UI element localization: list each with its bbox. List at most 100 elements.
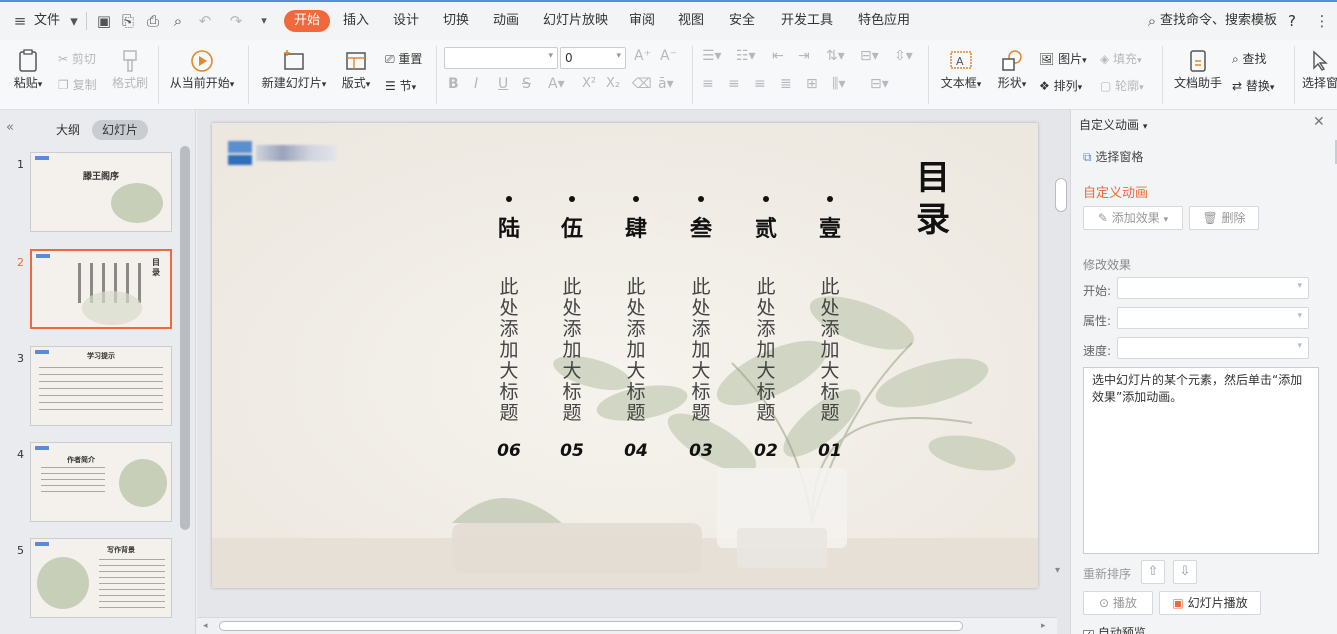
replace-button[interactable]: ⇄ 替换▾ bbox=[1232, 77, 1274, 94]
from-current-button[interactable]: 从当前开始▾ bbox=[166, 48, 238, 91]
indent-icon[interactable]: ⇥ bbox=[798, 48, 810, 64]
find-button[interactable]: ⌕ 查找 bbox=[1232, 50, 1267, 67]
underline-icon[interactable]: U bbox=[498, 76, 508, 92]
shrink-font-icon[interactable]: A⁻ bbox=[660, 48, 677, 64]
tab-transition[interactable]: 切换 bbox=[443, 2, 469, 40]
column-body[interactable]: 此处添加大标题 bbox=[557, 277, 587, 424]
close-icon[interactable]: ✕ bbox=[1313, 114, 1325, 130]
slideshow-button[interactable]: ▣ 幻灯片播放 bbox=[1159, 591, 1261, 615]
column-heading[interactable]: 陆 bbox=[494, 211, 524, 243]
paste-button[interactable]: 粘贴▾ bbox=[8, 48, 48, 91]
scroll-right-icon[interactable]: ▸ bbox=[1041, 621, 1046, 631]
justify-icon[interactable]: ≣ bbox=[780, 76, 792, 92]
vertical-scrollbar-thumb[interactable] bbox=[1055, 178, 1067, 212]
align-left-icon[interactable]: ≡ bbox=[702, 76, 714, 92]
output-icon[interactable]: ⎘ bbox=[118, 11, 138, 31]
numbering-icon[interactable]: ☷▾ bbox=[736, 48, 756, 64]
animation-list[interactable]: 选中幻灯片的某个元素，然后单击“添加效果”添加动画。 bbox=[1083, 367, 1319, 554]
hamburger-icon[interactable]: ≡ bbox=[10, 11, 30, 31]
section-button[interactable]: ☰ 节▾ bbox=[385, 77, 416, 94]
column-number[interactable]: 04 bbox=[616, 441, 656, 461]
tab-slides[interactable]: 幻灯片 bbox=[92, 120, 148, 140]
superscript-icon[interactable]: X² bbox=[582, 76, 596, 91]
start-select[interactable]: ▾ bbox=[1117, 277, 1309, 299]
horizontal-scrollbar[interactable]: ◂ ▸ bbox=[197, 617, 1057, 634]
bold-icon[interactable]: B bbox=[448, 76, 459, 92]
column-number[interactable]: 03 bbox=[681, 441, 721, 461]
doc-assistant-button[interactable]: 文档助手 bbox=[1170, 48, 1226, 91]
chevron-down-icon[interactable]: ▾ bbox=[64, 11, 84, 31]
slide-thumbnail-2[interactable]: 目录 bbox=[30, 249, 172, 329]
tab-view[interactable]: 视图 bbox=[678, 2, 704, 40]
column-number[interactable]: 02 bbox=[746, 441, 786, 461]
cut-button[interactable]: ✂ 剪切 bbox=[58, 50, 96, 67]
reset-button[interactable]: ⎚ 重置 bbox=[385, 50, 422, 67]
tab-animation[interactable]: 动画 bbox=[493, 2, 519, 40]
new-slide-button[interactable]: 新建幻灯片▾ bbox=[256, 48, 332, 91]
column-heading[interactable]: 贰 bbox=[751, 211, 781, 243]
clear-format-icon[interactable]: ⌫ bbox=[632, 76, 652, 92]
scroll-left-icon[interactable]: ◂ bbox=[203, 621, 208, 631]
play-button[interactable]: ⊙ 播放 bbox=[1083, 591, 1153, 615]
column-body[interactable]: 此处添加大标题 bbox=[621, 277, 651, 424]
column-number[interactable]: 05 bbox=[552, 441, 592, 461]
tab-outline[interactable]: 大纲 bbox=[48, 120, 88, 140]
tab-home[interactable]: 开始 bbox=[284, 10, 331, 32]
tab-features[interactable]: 特色应用 bbox=[858, 2, 910, 40]
collapse-icon[interactable]: « bbox=[6, 120, 14, 135]
layout-button[interactable]: 版式▾ bbox=[338, 48, 374, 91]
slide-thumbnail-5[interactable]: 写作背景 bbox=[30, 538, 172, 618]
font-size-combo[interactable]: 0 ▾ bbox=[560, 47, 626, 69]
slide-title[interactable]: 目 录 bbox=[912, 157, 954, 241]
slide-thumbnail-1[interactable]: 滕王阁序 bbox=[30, 152, 172, 232]
column-icon[interactable]: ⫼▾ bbox=[832, 76, 845, 92]
column-heading[interactable]: 壹 bbox=[815, 211, 845, 243]
shape-button[interactable]: 形状▾ bbox=[992, 48, 1032, 91]
column-body[interactable]: 此处添加大标题 bbox=[494, 277, 524, 424]
customize-icon[interactable]: ▾ bbox=[254, 11, 274, 31]
bullets-icon[interactable]: ☰▾ bbox=[702, 48, 722, 64]
tab-security[interactable]: 安全 bbox=[729, 2, 755, 40]
save-icon[interactable]: ▣ bbox=[94, 11, 114, 31]
tab-developer[interactable]: 开发工具 bbox=[781, 2, 833, 40]
tab-slideshow[interactable]: 幻灯片放映 bbox=[543, 2, 608, 40]
outdent-icon[interactable]: ⇤ bbox=[772, 48, 784, 64]
font-name-combo[interactable]: ▾ bbox=[444, 47, 558, 69]
select-pane-link[interactable]: ⧉ 选择窗格 bbox=[1083, 148, 1143, 165]
column-body[interactable]: 此处添加大标题 bbox=[686, 277, 716, 424]
add-effect-button[interactable]: ✎ 添加效果 ▾ bbox=[1083, 206, 1183, 230]
column-heading[interactable]: 叁 bbox=[686, 211, 716, 243]
fill-button[interactable]: ◈ 填充▾ bbox=[1100, 50, 1142, 67]
scrollbar[interactable] bbox=[180, 146, 190, 530]
select-pane-button[interactable]: 选择窗 bbox=[1302, 48, 1337, 91]
property-select[interactable]: ▾ bbox=[1117, 307, 1309, 329]
distribute-icon[interactable]: ⊞ bbox=[806, 76, 818, 92]
current-slide[interactable]: 目 录 陆此处添加大标题 06 伍此处添加大标题 05 肆此处添加大标题 04 叁此处添加大… bbox=[212, 123, 1038, 588]
move-down-button[interactable]: ⇩ bbox=[1173, 560, 1197, 584]
print-icon[interactable]: ⎙ bbox=[143, 11, 163, 31]
redo-icon[interactable]: ↷ bbox=[226, 11, 246, 31]
column-heading[interactable]: 伍 bbox=[557, 211, 587, 243]
column-number[interactable]: 01 bbox=[810, 441, 850, 461]
move-up-button[interactable]: ⇧ bbox=[1141, 560, 1165, 584]
align-right-icon[interactable]: ≡ bbox=[754, 76, 766, 92]
column-body[interactable]: 此处添加大标题 bbox=[751, 277, 781, 424]
scroll-down-icon[interactable]: ▾ bbox=[1055, 565, 1060, 576]
arrange-button[interactable]: ❖ 排列▾ bbox=[1039, 77, 1082, 94]
grow-font-icon[interactable]: A⁺ bbox=[634, 48, 651, 64]
speed-select[interactable]: ▾ bbox=[1117, 337, 1309, 359]
strikethrough-icon[interactable]: S bbox=[522, 76, 531, 92]
slide-thumbnail-3[interactable]: 学习提示 bbox=[30, 346, 172, 426]
font-color-icon[interactable]: A▾ bbox=[548, 76, 565, 92]
tab-design[interactable]: 设计 bbox=[393, 2, 419, 40]
copy-button[interactable]: ❐ 复制 bbox=[58, 76, 97, 93]
pane-title[interactable]: 自定义动画 ▾ bbox=[1079, 116, 1147, 133]
column-heading[interactable]: 肆 bbox=[621, 211, 651, 243]
align-text-icon[interactable]: ⊟▾ bbox=[860, 48, 879, 64]
align-center-icon[interactable]: ≡ bbox=[728, 76, 740, 92]
tab-review[interactable]: 审阅 bbox=[629, 2, 655, 40]
horizontal-scrollbar-thumb[interactable] bbox=[219, 621, 963, 631]
text-direction-icon[interactable]: ⇅▾ bbox=[826, 48, 845, 64]
help-button[interactable]: ? bbox=[1288, 2, 1296, 40]
line-spacing-icon[interactable]: ⇳▾ bbox=[894, 48, 913, 64]
